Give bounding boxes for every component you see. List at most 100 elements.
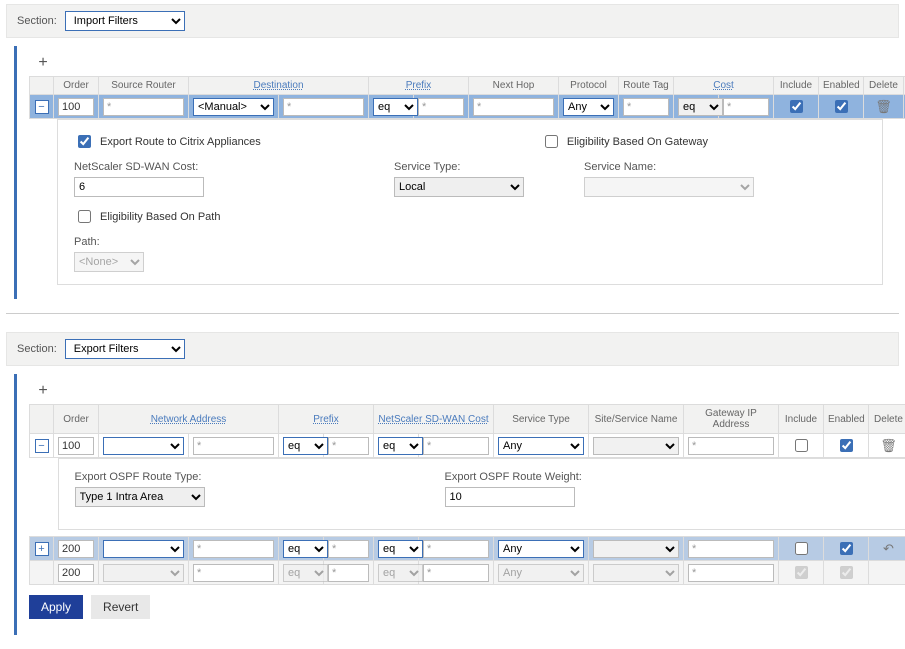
cost-op-select[interactable]: eq [678, 98, 723, 116]
col-include: Include [774, 77, 819, 95]
network-value-input[interactable] [193, 437, 274, 455]
divider [6, 313, 899, 314]
route-tag-input[interactable] [623, 98, 669, 116]
nexthop-input[interactable] [473, 98, 554, 116]
prefix-op-select[interactable]: eq [283, 564, 328, 582]
revert-button[interactable]: Revert [91, 595, 150, 619]
enabled-checkbox[interactable] [835, 100, 848, 113]
cost-op-select[interactable]: eq [378, 540, 423, 558]
cost-value-input[interactable] [423, 564, 489, 582]
ospf-type-label: Export OSPF Route Type: [75, 471, 205, 483]
site-service-select[interactable] [593, 437, 679, 455]
gateway-input[interactable] [688, 540, 774, 558]
cost-value-input[interactable] [423, 540, 489, 558]
export-detail-panel: Export OSPF Route Type: Type 1 Intra Are… [58, 458, 905, 530]
include-checkbox[interactable] [795, 566, 808, 579]
import-section-band: Section: Import Filters [6, 4, 899, 38]
protocol-select[interactable]: Any [563, 98, 614, 116]
eligibility-path-label: Eligibility Based On Path [100, 211, 220, 223]
site-service-select[interactable] [593, 540, 679, 558]
sdwan-cost-label: NetScaler SD-WAN Cost: [74, 161, 204, 173]
export-section-select[interactable]: Export Filters [65, 339, 185, 359]
cost-value-input[interactable] [423, 437, 489, 455]
col-protocol: Protocol [559, 77, 619, 95]
order-input[interactable] [58, 540, 94, 558]
enabled-checkbox[interactable] [840, 439, 853, 452]
trash-icon[interactable]: 🗑 [875, 99, 892, 114]
undo-icon[interactable]: ↶ [883, 541, 894, 556]
export-row[interactable]: + eq eq Any ↶ ⧉ [30, 537, 905, 561]
prefix-value-input[interactable] [328, 564, 369, 582]
col-prefix: Prefix [369, 77, 469, 95]
prefix-value-input[interactable] [328, 437, 369, 455]
col-network: Network Address [99, 405, 279, 434]
service-type-label: Service Type: [394, 161, 524, 173]
expand-icon[interactable]: − [35, 439, 49, 453]
eligibility-path-checkbox[interactable] [78, 210, 91, 223]
gateway-input[interactable] [688, 437, 774, 455]
include-checkbox[interactable] [790, 100, 803, 113]
include-checkbox[interactable] [795, 439, 808, 452]
prefix-op-select[interactable]: eq [373, 98, 418, 116]
import-row-1[interactable]: − <Manual> eq Any eq 🗑 ⧉ [30, 95, 905, 119]
col-enabled: Enabled [824, 405, 869, 434]
prefix-op-select[interactable]: eq [283, 540, 328, 558]
service-name-select [584, 177, 754, 197]
col-prefix: Prefix [279, 405, 374, 434]
col-source-router: Source Router [99, 77, 189, 95]
service-name-label: Service Name: [584, 161, 754, 173]
prefix-value-input[interactable] [418, 98, 464, 116]
order-input[interactable] [58, 564, 94, 582]
export-row[interactable]: eq eq Any [30, 561, 905, 585]
service-type-select[interactable]: Any [498, 540, 584, 558]
export-row[interactable]: − eq eq Any 🗑 ⧉ [30, 434, 905, 458]
col-delete: Delete [864, 77, 904, 95]
trash-icon[interactable]: 🗑 [880, 438, 897, 453]
network-select[interactable] [103, 437, 184, 455]
include-checkbox[interactable] [795, 542, 808, 555]
sdwan-cost-input[interactable] [74, 177, 204, 197]
col-delete: Delete [869, 405, 905, 434]
enabled-checkbox[interactable] [840, 566, 853, 579]
site-service-select[interactable] [593, 564, 679, 582]
gateway-input[interactable] [688, 564, 774, 582]
export-add-button[interactable]: + [35, 382, 51, 400]
col-order: Order [54, 77, 99, 95]
export-citrix-checkbox[interactable] [78, 135, 91, 148]
order-input[interactable] [58, 437, 94, 455]
cost-op-select[interactable]: eq [378, 564, 423, 582]
network-value-input[interactable] [193, 564, 274, 582]
order-input[interactable] [58, 98, 94, 116]
destination-value-input[interactable] [283, 98, 364, 116]
export-section-band: Section: Export Filters [6, 332, 899, 366]
expand-icon[interactable]: + [35, 542, 49, 556]
cost-value-input[interactable] [723, 98, 769, 116]
col-order: Order [54, 405, 99, 434]
enabled-checkbox[interactable] [840, 542, 853, 555]
col-gateway: Gateway IP Address [684, 405, 779, 434]
service-type-select[interactable]: Local [394, 177, 524, 197]
prefix-op-select[interactable]: eq [283, 437, 328, 455]
eligibility-gateway-checkbox[interactable] [545, 135, 558, 148]
import-section-select[interactable]: Import Filters [65, 11, 185, 31]
network-value-input[interactable] [193, 540, 274, 558]
service-type-select[interactable]: Any [498, 437, 584, 455]
import-panel: + Order Source Router Destination Prefix… [14, 46, 895, 299]
col-sdwan-cost: NetScaler SD-WAN Cost [374, 405, 494, 434]
ospf-type-select[interactable]: Type 1 Intra Area [75, 487, 205, 507]
service-type-select[interactable]: Any [498, 564, 584, 582]
col-next-hop: Next Hop [469, 77, 559, 95]
prefix-value-input[interactable] [328, 540, 369, 558]
collapse-icon[interactable]: − [35, 100, 49, 114]
source-router-input[interactable] [103, 98, 184, 116]
import-add-button[interactable]: + [35, 54, 51, 72]
apply-button[interactable]: Apply [29, 595, 83, 619]
cost-op-select[interactable]: eq [378, 437, 423, 455]
eligibility-gateway-label: Eligibility Based On Gateway [567, 136, 708, 148]
ospf-weight-input[interactable] [445, 487, 575, 507]
network-select[interactable] [103, 564, 184, 582]
network-select[interactable] [103, 540, 184, 558]
col-site-service: Site/Service Name [589, 405, 684, 434]
destination-select[interactable]: <Manual> [193, 98, 274, 116]
export-panel: + Order Network Address Prefix NetScaler… [14, 374, 895, 635]
